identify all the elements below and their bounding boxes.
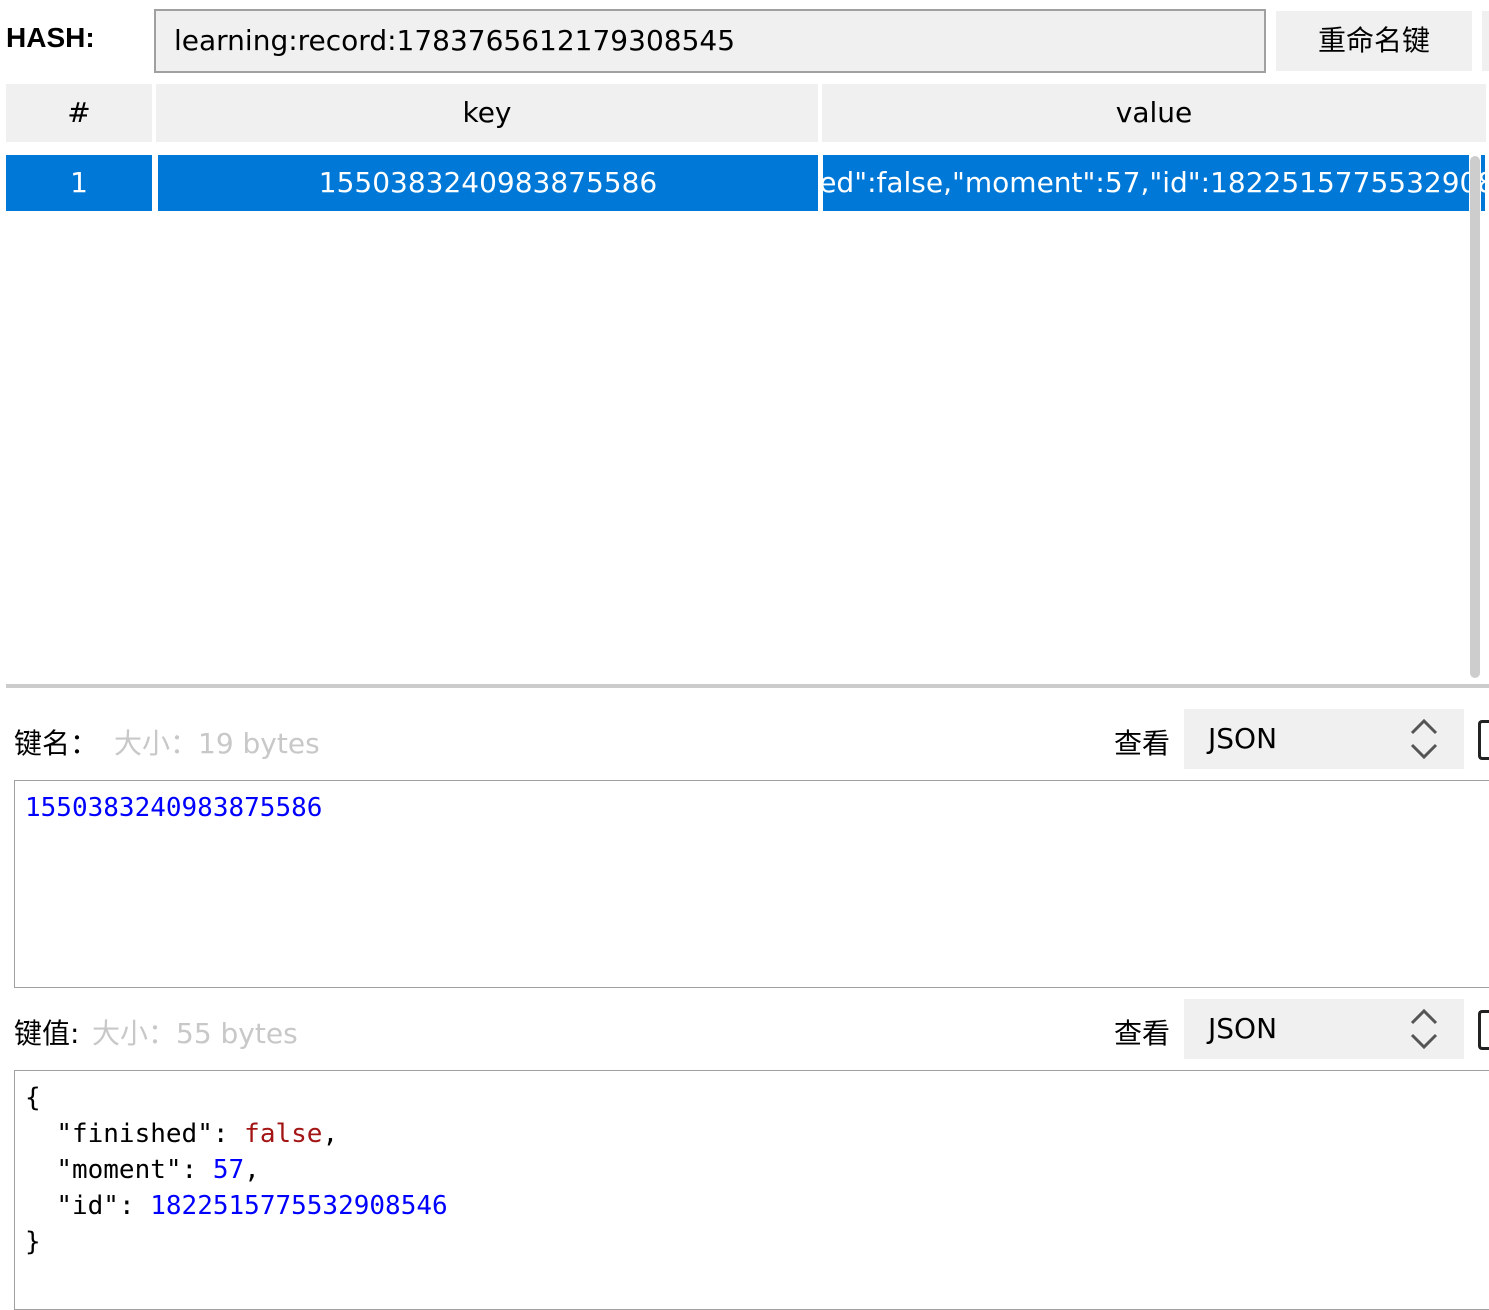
row-key-cell[interactable]: 1550383240983875586 <box>158 155 818 211</box>
chevron-up-down-icon <box>1410 718 1438 760</box>
table-scrollbar-thumb[interactable] <box>1470 156 1480 678</box>
value-size-text: 大小：55 bytes <box>92 1017 298 1050</box>
json-open-brace: { <box>25 1083 41 1113</box>
value-view-label: 查看 <box>1114 1017 1171 1050</box>
row-index-cell[interactable]: 1 <box>6 155 152 211</box>
json-bool-value: false <box>244 1119 323 1149</box>
key-section-label: 键名： <box>14 727 99 760</box>
value-format-value: JSON <box>1208 1012 1278 1045</box>
row-value-cell[interactable]: {"finished":false,"moment":57,"id":18225… <box>823 155 1485 211</box>
copy-icon[interactable] <box>1478 720 1489 760</box>
copy-icon[interactable] <box>1478 1010 1489 1050</box>
key-name-input[interactable]: learning:record:1783765612179308545 <box>154 9 1266 73</box>
key-editor-content: 1550383240983875586 <box>25 793 323 823</box>
column-header-key[interactable]: key <box>156 84 818 142</box>
chevron-up-down-icon <box>1410 1008 1438 1050</box>
column-header-index[interactable]: # <box>6 84 152 142</box>
value-format-select[interactable]: JSON <box>1184 999 1464 1059</box>
row-value-text: {"finished":false,"moment":57,"id":18225… <box>823 166 1485 199</box>
value-editor[interactable]: { "finished": false, "moment": 57, "id":… <box>14 1070 1489 1310</box>
column-header-value[interactable]: value <box>822 84 1486 142</box>
json-key: "moment" <box>56 1155 182 1185</box>
json-number-value: 1822515775532908546 <box>150 1191 448 1221</box>
key-size-text: 大小：19 bytes <box>114 727 320 760</box>
json-number-value: 57 <box>212 1155 245 1185</box>
json-key: "id" <box>56 1191 119 1221</box>
json-key: "finished" <box>56 1119 213 1149</box>
key-format-value: JSON <box>1208 722 1278 755</box>
next-button-partial[interactable] <box>1482 11 1489 71</box>
key-view-label: 查看 <box>1114 727 1171 760</box>
json-line-id: "id": 1822515775532908546 <box>56 1191 448 1221</box>
json-line-finished: "finished": false, <box>56 1119 339 1149</box>
json-line-moment: "moment": 57, <box>56 1155 260 1185</box>
key-editor[interactable]: 1550383240983875586 <box>14 780 1489 988</box>
key-format-select[interactable]: JSON <box>1184 709 1464 769</box>
type-label: HASH: <box>6 22 95 53</box>
value-section-label: 键值: <box>14 1017 80 1050</box>
json-close-brace: } <box>25 1227 41 1257</box>
rename-key-button[interactable]: 重命名键 <box>1276 11 1472 71</box>
pane-splitter[interactable] <box>6 684 1489 688</box>
